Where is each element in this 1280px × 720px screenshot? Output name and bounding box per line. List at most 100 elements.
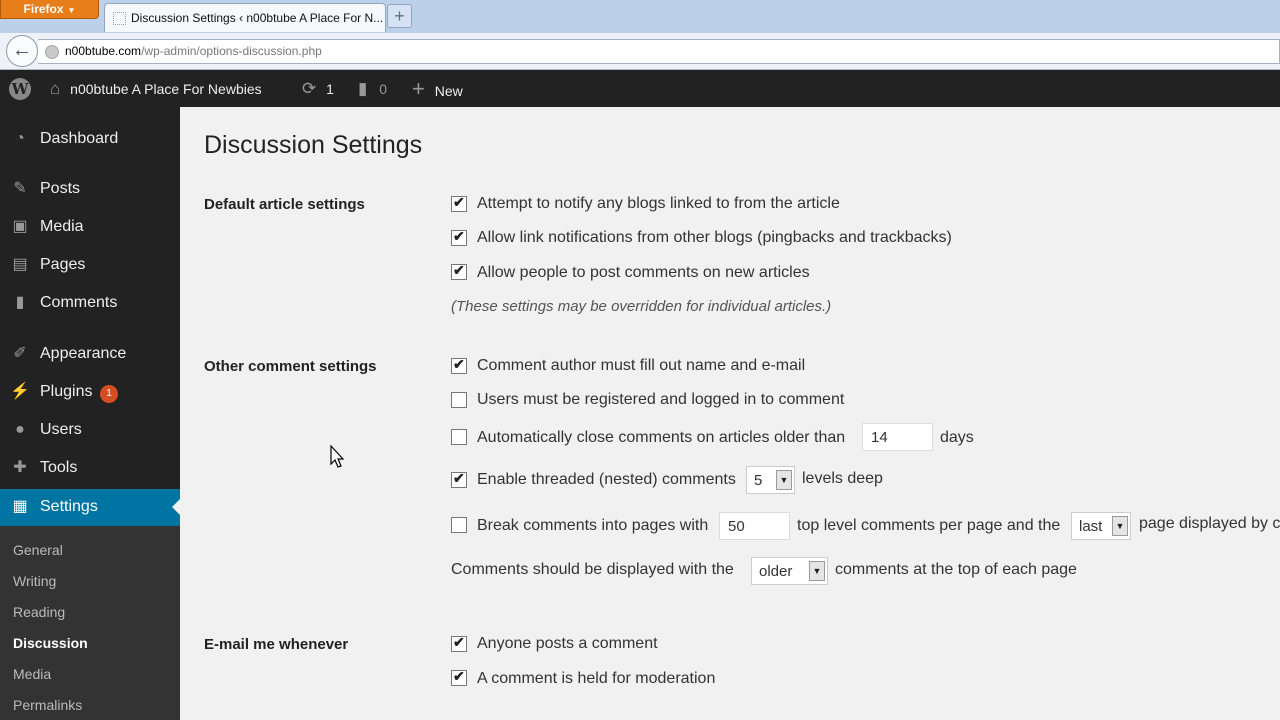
sidebar-item-pages[interactable]: ▤ Pages <box>0 247 180 283</box>
sidebar-item-dashboard[interactable]: ◔ Dashboard <box>0 121 180 157</box>
submenu-media[interactable]: Media <box>13 666 51 682</box>
email-moderation-checkbox[interactable] <box>451 668 467 686</box>
allow-comments-label: Allow people to post comments on new art… <box>477 264 810 281</box>
sidebar-item-label: Posts <box>40 180 81 197</box>
chevron-down-icon: ▼ <box>809 561 825 581</box>
sidebar-item-label: Media <box>40 218 84 235</box>
url-path: /wp-admin/options-discussion.php <box>141 44 322 58</box>
sidebar-item-label: Pages <box>40 256 86 273</box>
page-displayed-text: page displayed by c <box>1139 515 1280 532</box>
comments-icon: ▮ <box>358 79 368 98</box>
author-fill-checkbox[interactable] <box>451 356 467 374</box>
chevron-down-icon: ▼ <box>776 470 792 490</box>
threaded-checkbox[interactable] <box>451 470 467 488</box>
url-host: n00btube.com <box>65 44 142 58</box>
plus-icon: + <box>412 76 425 101</box>
notify-blogs-label: Attempt to notify any blogs linked to fr… <box>477 195 840 212</box>
default-article-heading: Default article settings <box>204 196 365 213</box>
comment-order-select[interactable]: older ▼ <box>751 557 828 585</box>
globe-icon <box>45 45 59 59</box>
settings-submenu: General Writing Reading Discussion Media… <box>0 526 180 720</box>
sidebar-item-settings[interactable]: ▦ Settings <box>0 489 180 526</box>
comments-count: 0 <box>379 81 388 97</box>
back-button[interactable]: ← <box>6 35 38 67</box>
submenu-general[interactable]: General <box>13 542 63 558</box>
close-days-input[interactable]: 14 <box>862 423 933 451</box>
default-page-select[interactable]: last ▼ <box>1071 512 1131 540</box>
sidebar-item-users[interactable]: ● Users <box>0 412 180 448</box>
link-notifications-checkbox[interactable] <box>451 228 467 246</box>
sidebar-item-label: Tools <box>40 459 78 476</box>
plugin-update-badge: 1 <box>100 385 118 403</box>
site-name-link[interactable]: ⌂ n00btube A Place For Newbies <box>50 70 262 107</box>
paged-comments-label: Break comments into pages with <box>477 517 709 534</box>
brush-icon: ✐ <box>13 345 27 362</box>
comments-per-page-input[interactable]: 50 <box>719 512 790 540</box>
firefox-menu-button[interactable]: Firefox ▼ <box>0 0 99 19</box>
default-page-value: last <box>1079 518 1103 535</box>
submenu-writing[interactable]: Writing <box>13 573 56 589</box>
allow-comments-checkbox[interactable] <box>451 262 467 280</box>
sidebar-item-tools[interactable]: ✚ Tools <box>0 450 180 486</box>
updates-link[interactable]: ⟳ 1 <box>302 70 334 107</box>
thread-depth-value: 5 <box>754 472 763 489</box>
sidebar-item-comments[interactable]: ▮ Comments <box>0 285 180 321</box>
browser-tab-bar: Firefox ▼ Discussion Settings ‹ n00btube … <box>0 0 1280 33</box>
days-suffix: days <box>940 429 974 446</box>
sidebar-item-media[interactable]: ▣ Media <box>0 209 180 245</box>
settings-icon: ▦ <box>12 498 28 515</box>
link-notifications-label: Allow link notifications from other blog… <box>477 229 952 246</box>
browser-tab[interactable]: Discussion Settings ‹ n00btube A Place F… <box>104 3 386 32</box>
other-comment-heading: Other comment settings <box>204 358 377 375</box>
url-text: n00btube.com/wp-admin/options-discussion… <box>65 44 322 58</box>
sidebar-item-label: Users <box>40 421 82 438</box>
site-name: n00btube A Place For Newbies <box>70 81 262 97</box>
notify-blogs-checkbox[interactable] <box>451 194 467 212</box>
sidebar-item-label: Dashboard <box>40 130 119 147</box>
paged-comments-checkbox[interactable] <box>451 517 467 533</box>
sidebar-item-label: Comments <box>40 294 118 311</box>
sidebar-item-appearance[interactable]: ✐ Appearance <box>0 336 180 372</box>
submenu-reading[interactable]: Reading <box>13 604 65 620</box>
sidebar-item-label: Settings <box>40 498 98 515</box>
page-icon: ▤ <box>12 256 28 273</box>
comment-order-value: older <box>759 563 793 580</box>
new-content-link[interactable]: + New <box>412 70 463 107</box>
email-moderation-label: A comment is held for moderation <box>477 670 716 687</box>
page-title: Discussion Settings <box>204 131 423 159</box>
per-page-text: top level comments per page and the <box>797 517 1061 534</box>
thread-depth-select[interactable]: 5 ▼ <box>746 466 795 494</box>
wp-admin-bar: W ⌂ n00btube A Place For Newbies ⟳ 1 ▮ 0… <box>0 70 1280 107</box>
author-fill-label: Comment author must fill out name and e-… <box>477 357 806 374</box>
submenu-discussion[interactable]: Discussion <box>13 635 88 651</box>
new-label: New <box>434 83 463 99</box>
plug-icon: ⚡ <box>10 383 30 400</box>
dropdown-arrow-icon: ▼ <box>67 6 76 15</box>
media-icon: ▣ <box>12 218 28 235</box>
page-favicon-icon <box>113 12 126 25</box>
registered-checkbox[interactable] <box>451 392 467 408</box>
home-icon: ⌂ <box>50 79 61 98</box>
auto-close-label: Automatically close comments on articles… <box>477 429 846 446</box>
submenu-permalinks[interactable]: Permalinks <box>13 697 82 713</box>
dashboard-icon: ◔ <box>15 130 25 147</box>
wordpress-logo-icon[interactable]: W <box>9 78 31 100</box>
mouse-cursor-icon <box>330 445 344 468</box>
sidebar-item-posts[interactable]: ✎ Posts <box>0 171 180 207</box>
auto-close-checkbox[interactable] <box>451 429 467 445</box>
email-any-comment-checkbox[interactable] <box>451 634 467 652</box>
sidebar-item-label: Appearance <box>40 345 127 362</box>
order-prefix-text: Comments should be displayed with the <box>451 561 734 578</box>
sidebar-item-plugins[interactable]: ⚡ Plugins 1 <box>0 374 180 410</box>
comments-link[interactable]: ▮ 0 <box>358 70 387 107</box>
tab-title: Discussion Settings ‹ n00btube A Place F… <box>131 11 384 25</box>
pin-icon: ✎ <box>13 180 27 197</box>
new-tab-button[interactable]: + <box>387 4 412 28</box>
order-suffix-text: comments at the top of each page <box>835 561 1077 578</box>
address-bar[interactable]: n00btube.com/wp-admin/options-discussion… <box>38 39 1280 64</box>
email-any-comment-label: Anyone posts a comment <box>477 635 658 652</box>
updates-count: 1 <box>326 81 334 97</box>
registered-label: Users must be registered and logged in t… <box>477 391 845 408</box>
threaded-label: Enable threaded (nested) comments <box>477 471 736 488</box>
comment-icon: ▮ <box>15 294 25 311</box>
